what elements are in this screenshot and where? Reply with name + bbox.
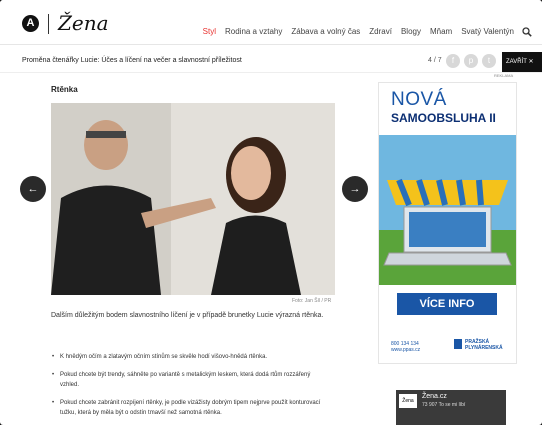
page: A Žena Styl Rodina a vztahy Zábava a vol… — [0, 0, 542, 425]
facebook-share-icon[interactable]: f — [446, 54, 460, 68]
main-nav: Styl Rodina a vztahy Zábava a volný čas … — [203, 27, 514, 36]
site-header: A Žena Styl Rodina a vztahy Zábava a vol… — [0, 0, 542, 45]
nav-item-valentyn[interactable]: Svatý Valentýn — [461, 27, 514, 36]
ad-brand: PRAŽSKÁ PLYNÁRENSKÁ — [465, 339, 503, 351]
ad-cta-button[interactable]: VÍCE INFO — [397, 293, 497, 315]
zena-logo-icon: Žena — [399, 394, 417, 408]
nav-item-zabava[interactable]: Zábava a volný čas — [291, 27, 360, 36]
gallery-photo — [51, 103, 335, 295]
ad-image — [379, 135, 516, 285]
article-title: Proměna čtenářky Lucie: Účes a líčení na… — [22, 57, 242, 64]
section-title: Rtěnka — [51, 85, 78, 94]
pinterest-share-icon[interactable]: p — [464, 54, 478, 68]
fb-page-name: Žena.cz — [422, 393, 447, 400]
article-bar: Proměna čtenářky Lucie: Účes a líčení na… — [0, 52, 542, 73]
site-logo[interactable]: Žena — [58, 11, 109, 35]
ad-brand-line2: PLYNÁRENSKÁ — [465, 345, 503, 351]
bullet-item: Pokud chcete být trendy, sáhněte po vari… — [52, 370, 328, 390]
twitter-share-icon[interactable]: t — [482, 54, 496, 68]
photo-credit: Foto: Jan Šíl / PR — [292, 298, 332, 304]
nav-item-rodina[interactable]: Rodina a vztahy — [225, 27, 282, 36]
nav-item-mnam[interactable]: Mňam — [430, 27, 452, 36]
ad-headline: NOVÁ — [391, 89, 447, 110]
article-paragraph: Dalším důležitým bodem slavnostního líče… — [51, 312, 324, 319]
search-icon[interactable] — [522, 27, 532, 37]
brand-logo-icon[interactable]: A — [22, 15, 39, 32]
ad-banner[interactable]: NOVÁ SAMOOBSLUHA II VÍCE INFO 800 134 13… — [378, 82, 517, 364]
previous-arrow-icon[interactable]: ← — [20, 176, 46, 202]
ad-website: www.ppas.cz — [391, 347, 421, 353]
photo-illustration — [51, 103, 335, 295]
close-label: ZAVŘÍT — [506, 59, 527, 65]
ad-label: REKLAMA — [494, 73, 514, 78]
nav-item-styl[interactable]: Styl — [203, 27, 216, 36]
ad-laptop-illustration — [379, 135, 516, 285]
nav-item-zdravi[interactable]: Zdraví — [369, 27, 392, 36]
gallery-counter: 4 / 7 — [428, 57, 442, 64]
bullet-item: K hnědým očím a zlatavým očním stínům se… — [52, 352, 328, 362]
logo-divider — [48, 14, 49, 34]
flame-logo-icon — [454, 339, 462, 349]
bullet-item: Pokud chcete zabránit rozpíjení rtěnky, … — [52, 398, 328, 418]
close-icon: ✕ — [528, 59, 534, 65]
ad-contact: 800 134 134 www.ppas.cz — [391, 341, 420, 353]
close-gallery-button[interactable]: ZAVŘÍT ✕ — [502, 52, 542, 72]
fb-likes: 73 907 To se mi líbí — [422, 402, 466, 408]
ad-subheadline: SAMOOBSLUHA II — [391, 111, 496, 125]
facebook-widget[interactable]: Žena Žena.cz 73 907 To se mi líbí — [396, 390, 506, 425]
next-arrow-icon[interactable]: → — [342, 176, 368, 202]
nav-item-blogy[interactable]: Blogy — [401, 27, 421, 36]
